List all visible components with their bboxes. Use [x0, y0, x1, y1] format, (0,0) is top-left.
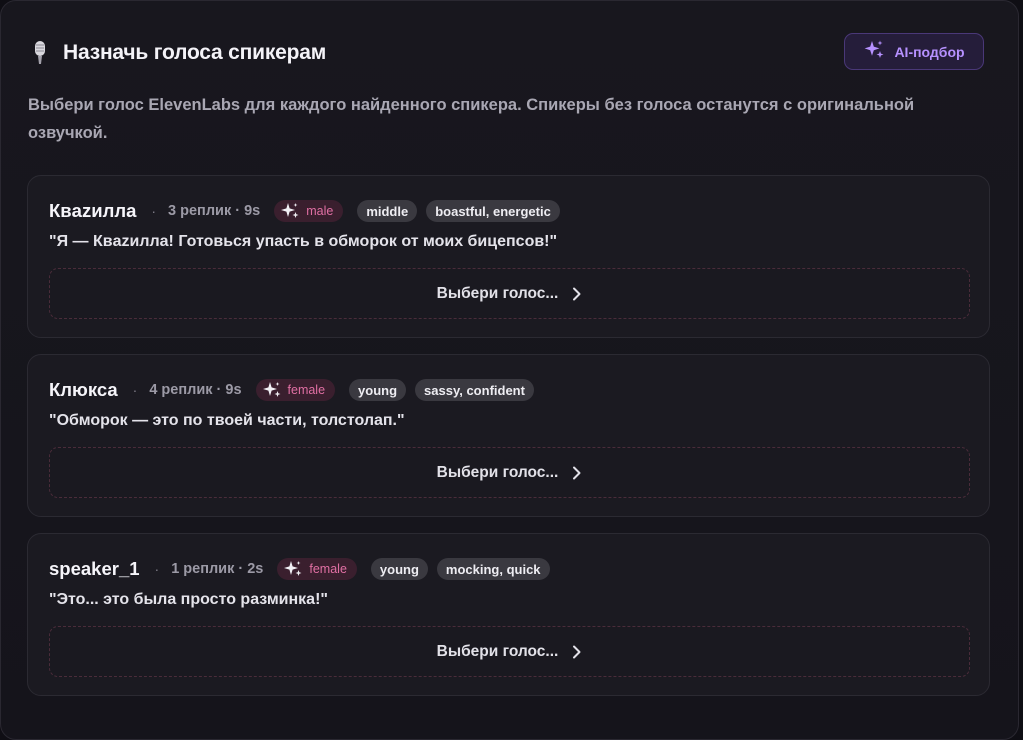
instructions-text: Выбери голос ElevenLabs для каждого найд… [28, 96, 915, 142]
choose-voice-button[interactable]: Выбери голос... [49, 626, 970, 677]
speaker-name: Квazилла [49, 200, 137, 221]
chevron-right-icon [572, 645, 582, 659]
title-group: Назначь голоса спикерам [28, 39, 326, 67]
speaker-stats: 4 реплик · 9s [149, 382, 242, 398]
speaker-quote: "Обморок — это по твоей части, толстолап… [49, 412, 405, 429]
speaker-card: Клюкса · 4 реплик · 9s female young sass… [27, 354, 990, 517]
choose-voice-label: Выбери голос... [436, 463, 559, 481]
speaker-stats: 3 реплик · 9s [168, 203, 261, 219]
age-tag: young [349, 379, 407, 401]
speaker-header: Квazилла · 3 реплик · 9s male middle boa… [49, 199, 569, 223]
choose-voice-button[interactable]: Выбери голос... [49, 268, 970, 319]
speaker-name: speaker_1 [49, 558, 140, 579]
speaker-quote: "Это... это была просто разминка!" [49, 591, 328, 608]
voice-assignment-panel: Назначь голоса спикерам AI-подбор Выбери… [0, 0, 1019, 740]
traits-tag: boastful, energetic [426, 200, 560, 222]
gender-badge: female [277, 558, 357, 580]
microphone-icon [28, 39, 52, 67]
speaker-card: Квazилла · 3 реплик · 9s male middle boa… [27, 175, 990, 338]
choose-voice-label: Выбери голос... [436, 284, 559, 302]
age-tag: middle [357, 200, 418, 222]
age-tag: young [370, 558, 428, 580]
ai-match-label: AI-подбор [894, 43, 965, 60]
sparkles-icon [281, 203, 299, 218]
speaker-header: Клюкса · 4 реплик · 9s female young sass… [49, 378, 543, 402]
separator: · [151, 203, 157, 219]
speaker-card: speaker_1 · 1 реплик · 2s female young m… [27, 533, 990, 696]
traits-tag: sassy, confident [415, 379, 534, 401]
choose-voice-label: Выбери голос... [436, 642, 559, 660]
separator: · [132, 382, 138, 398]
gender-label: female [287, 383, 326, 397]
speaker-quote: "Я — Квazилла! Готовься упасть в обморок… [49, 233, 558, 250]
traits-tag: mocking, quick [436, 558, 550, 580]
page-title: Назначь голоса спикерам [63, 41, 327, 64]
gender-label: female [309, 562, 347, 576]
separator: · [154, 561, 160, 577]
chevron-right-icon [572, 287, 582, 301]
chevron-right-icon [572, 466, 582, 480]
gender-badge: male [274, 200, 344, 222]
gender-label: male [306, 204, 334, 218]
sparkles-icon [284, 561, 302, 576]
gender-badge: female [255, 379, 336, 401]
choose-voice-button[interactable]: Выбери голос... [49, 447, 970, 498]
speaker-stats: 1 реплик · 2s [171, 561, 264, 577]
speaker-header: speaker_1 · 1 реплик · 2s female young m… [49, 557, 559, 581]
header: Назначь голоса спикерам AI-подбор [28, 33, 984, 73]
speaker-name: Клюкса [49, 379, 118, 400]
sparkles-icon [262, 382, 281, 397]
ai-match-button[interactable]: AI-подбор [844, 33, 984, 70]
sparkles-icon [863, 39, 885, 64]
